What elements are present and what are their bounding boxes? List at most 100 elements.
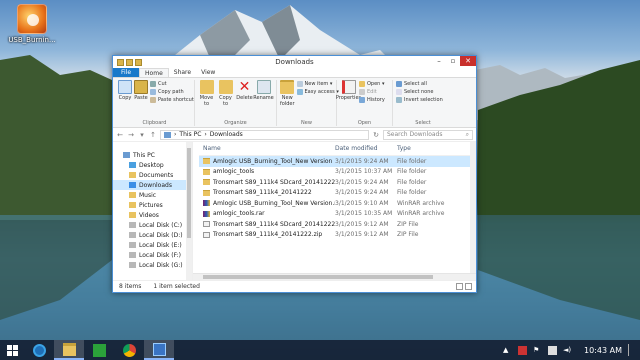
taskbar-internet-explorer[interactable] (24, 340, 54, 360)
nav-item-downloads[interactable]: Downloads (113, 180, 192, 190)
file-name-cell: amlogic_tools.rar (199, 210, 335, 217)
forward-button[interactable]: → (127, 131, 135, 139)
nav-item-pictures[interactable]: Pictures (113, 200, 192, 210)
file-row[interactable]: amlogic_tools 3/1/2015 10:37 AM File folde… (199, 167, 476, 178)
file-type: File folder (397, 178, 427, 186)
column-type[interactable]: Type (397, 145, 449, 152)
properties-icon (341, 80, 356, 94)
chrome-icon (122, 343, 136, 357)
open-button[interactable]: Open ▾ (359, 81, 385, 87)
close-button[interactable]: ✕ (460, 56, 476, 66)
nav-item-this-pc[interactable]: This PC (113, 150, 192, 160)
details-view-button[interactable] (456, 283, 463, 290)
new-item-label: New item ▾ (304, 81, 333, 87)
file-date: 3/1/2015 9:10 AM (335, 199, 389, 207)
search-input[interactable]: Search Downloads ⌕ (383, 129, 473, 140)
select-none-icon (396, 89, 402, 95)
vertical-scrollbar[interactable] (470, 142, 476, 280)
large-icons-view-button[interactable] (465, 283, 472, 290)
tab-share[interactable]: Share (169, 68, 196, 77)
file-name: Tronsmart S89_111k4_20141222.zip (213, 231, 323, 239)
refresh-button[interactable]: ↻ (372, 131, 380, 139)
drive-icon (129, 252, 136, 258)
show-hidden-icons-icon[interactable]: ▲ (503, 346, 512, 355)
file-row[interactable]: Tronsmart S89_111k4 SDcard_20141222.zip 3… (199, 219, 476, 230)
file-name: amlogic_tools (213, 168, 255, 176)
zip-file-icon (203, 231, 210, 238)
new-item-button[interactable]: New item ▾ (296, 81, 339, 87)
app-tray-icon[interactable] (518, 345, 528, 355)
nav-item-local-disk-c[interactable]: Local Disk (C:) (113, 220, 192, 230)
open-label: Open ▾ (367, 81, 385, 87)
nav-item-local-disk-e[interactable]: Local Disk (E:) (113, 240, 192, 250)
file-row[interactable]: Tronsmart S89_111k4_20141222 3/1/2015 9:2… (199, 188, 476, 199)
nav-item-local-disk-f[interactable]: Local Disk (F:) (113, 250, 192, 260)
tab-home[interactable]: Home (139, 68, 169, 77)
invert-selection-icon (396, 97, 402, 103)
file-type: WinRAR archive (397, 199, 445, 207)
copy-path-button[interactable]: Copy path (150, 89, 194, 95)
select-all-label: Select all (404, 81, 427, 87)
copy-label: Copy (118, 95, 132, 101)
file-name-cell: Amlogic USB_Burning_Tool_New Version.rar (199, 200, 335, 207)
breadcrumb-separator: › (174, 131, 177, 138)
file-row[interactable]: Amlogic USB_Burning_Tool_New Version 3/1/… (199, 156, 476, 167)
file-type: File folder (397, 168, 427, 176)
nav-item-local-disk-d[interactable]: Local Disk (D:) (113, 230, 192, 240)
open-group-label: Open (357, 120, 372, 126)
breadcrumb-this-pc[interactable]: This PC (179, 131, 201, 138)
select-all-button[interactable]: Select all (396, 81, 443, 87)
notifications-icon[interactable] (628, 344, 634, 356)
clock[interactable]: 10:43 AM (584, 346, 622, 355)
nav-scrollbar[interactable] (186, 142, 192, 280)
horizontal-scrollbar[interactable] (193, 273, 476, 280)
folder-icon (203, 179, 210, 186)
tab-view[interactable]: View (196, 68, 220, 77)
new-folder-label: New folder (280, 95, 295, 107)
minimize-button[interactable]: – (432, 56, 446, 66)
status-bar: 8 items 1 item selected (113, 280, 476, 292)
select-group: Select all Select none Invert selection … (393, 80, 453, 126)
history-button[interactable]: History (359, 97, 385, 103)
usb-burning-tool-icon (17, 4, 47, 34)
taskbar-store[interactable] (84, 340, 114, 360)
file-row[interactable]: Tronsmart S89_111k4 SDcard_20141222 3/1/2… (199, 177, 476, 188)
nav-item-music[interactable]: Music (113, 190, 192, 200)
easy-access-button[interactable]: Easy access ▾ (296, 89, 339, 95)
taskbar-file-explorer[interactable] (54, 340, 84, 360)
nav-item-desktop[interactable]: Desktop (113, 160, 192, 170)
breadcrumb-downloads[interactable]: Downloads (210, 131, 243, 138)
column-date-modified[interactable]: Date modified (335, 145, 397, 152)
edit-button[interactable]: Edit (359, 89, 385, 95)
invert-selection-button[interactable]: Invert selection (396, 97, 443, 103)
volume-icon[interactable]: ◄) (563, 346, 572, 355)
nav-item-documents[interactable]: Documents (113, 170, 192, 180)
flag-icon[interactable]: ⚑ (533, 346, 542, 355)
taskbar-chrome[interactable] (114, 340, 144, 360)
window-title: Downloads (275, 58, 314, 66)
select-none-button[interactable]: Select none (396, 89, 443, 95)
cut-button[interactable]: Cut (150, 81, 194, 87)
folder-icon (203, 189, 210, 196)
network-icon[interactable] (548, 345, 558, 355)
tab-file[interactable]: File (113, 68, 140, 77)
recent-dropdown-button[interactable]: ▾ (138, 131, 146, 139)
start-button[interactable] (0, 340, 24, 360)
file-row[interactable]: Amlogic USB_Burning_Tool_New Version.rar… (199, 198, 476, 209)
nav-item-local-disk-g[interactable]: Local Disk (G:) (113, 260, 192, 270)
drive-icon (129, 262, 136, 268)
history-label: History (367, 97, 385, 103)
store-icon (92, 343, 106, 357)
taskbar-usb-burning-tool[interactable] (144, 340, 174, 360)
address-bar[interactable]: › This PC › Downloads (160, 129, 369, 140)
paste-shortcut-button[interactable]: Paste shortcut (150, 97, 194, 103)
file-row[interactable]: Tronsmart S89_111k4_20141222.zip 3/1/2015… (199, 230, 476, 241)
nav-item-videos[interactable]: Videos (113, 210, 192, 220)
desktop-shortcut[interactable]: USB_Burnin... (4, 4, 60, 44)
back-button[interactable]: ← (116, 131, 124, 139)
nav-item-label: Local Disk (F:) (139, 251, 181, 259)
up-button[interactable]: ↑ (149, 131, 157, 139)
maximize-button[interactable]: ▫ (446, 56, 460, 66)
file-row[interactable]: amlogic_tools.rar 3/1/2015 10:35 AM WinRAR… (199, 209, 476, 220)
column-name[interactable]: Name (199, 145, 335, 152)
